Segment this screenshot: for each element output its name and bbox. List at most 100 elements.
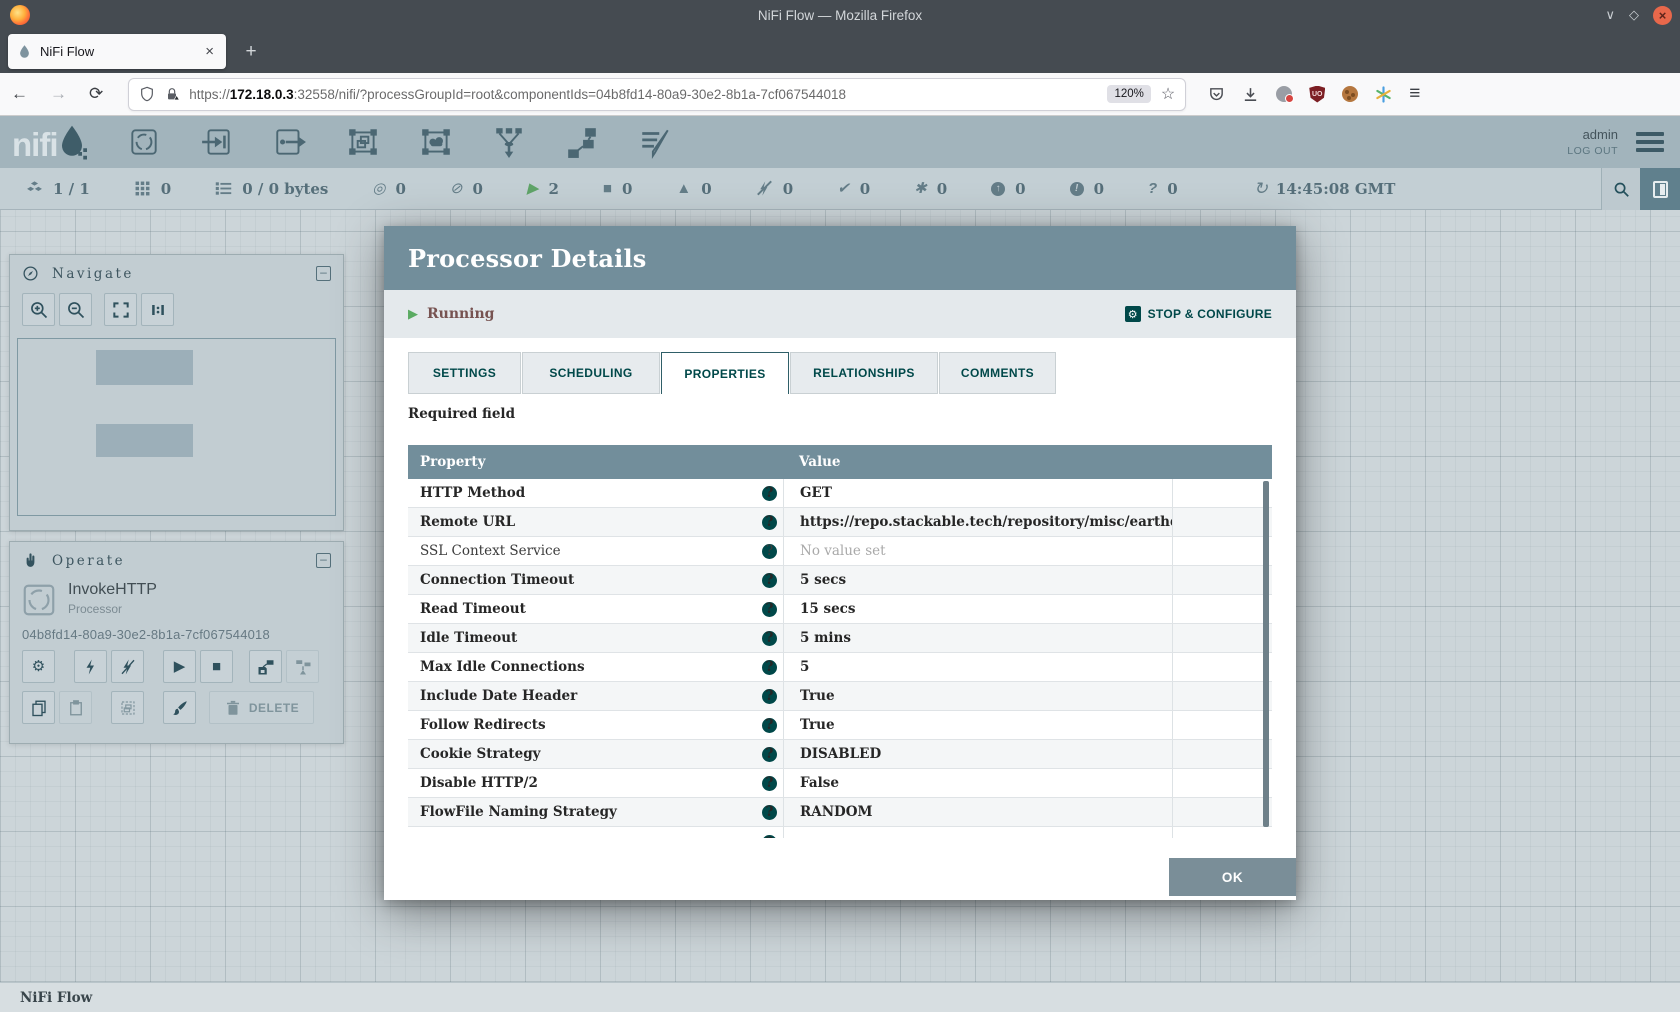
table-row[interactable]: HTTP Method?GET [408, 479, 1272, 508]
help-icon[interactable]: ? [762, 544, 777, 559]
disable-button[interactable] [111, 650, 144, 683]
table-row[interactable]: Max Idle Connections?5 [408, 653, 1272, 682]
collapse-navigate-icon[interactable]: – [316, 266, 331, 281]
process-group-icon[interactable] [346, 125, 380, 159]
save-template-icon [257, 658, 275, 676]
tab-comments[interactable]: COMMENTS [939, 352, 1056, 394]
table-row[interactable]: Follow Redirects?True [408, 711, 1272, 740]
help-icon[interactable]: ? [762, 689, 777, 704]
new-tab-button[interactable]: + [238, 39, 264, 65]
zoom-actual-icon [148, 300, 168, 320]
pocket-icon[interactable] [1208, 86, 1225, 103]
table-scrollbar[interactable] [1263, 481, 1269, 827]
input-port-icon[interactable] [200, 125, 234, 159]
template-icon[interactable] [565, 125, 599, 159]
help-icon[interactable]: ? [762, 631, 777, 646]
zoom-fit-button[interactable] [104, 293, 137, 326]
back-button[interactable]: ← [11, 84, 28, 104]
help-icon[interactable]: ? [762, 718, 777, 733]
table-row[interactable]: Remote URL?https://repo.stackable.tech/r… [408, 508, 1272, 537]
stop-button[interactable]: ■ [200, 650, 233, 683]
birdseye-minimap[interactable] [17, 338, 336, 516]
sync-failure-icon: ? [1148, 181, 1157, 196]
table-row[interactable]: FlowFile Naming Strategy?RANDOM [408, 798, 1272, 827]
upload-template-button[interactable] [286, 650, 319, 683]
minimap-component [96, 350, 193, 385]
logout-link[interactable]: LOG OUT [1567, 145, 1618, 157]
table-row[interactable]: SSL Context Service?No value set [408, 537, 1272, 566]
table-row-clipped[interactable]: …?… [408, 827, 1272, 838]
window-minimize-button[interactable]: ∨ [1605, 7, 1615, 23]
help-icon[interactable]: ? [762, 486, 777, 501]
help-icon[interactable]: ? [762, 805, 777, 820]
nifi-header: nifi admin LOG OUT [0, 116, 1680, 168]
current-user: admin [1567, 127, 1618, 142]
ublock-icon[interactable]: UO [1309, 86, 1325, 103]
help-icon[interactable]: ? [762, 747, 777, 762]
tab-scheduling[interactable]: SCHEDULING [522, 352, 660, 394]
output-port-icon[interactable] [273, 125, 307, 159]
window-close-button[interactable]: × [1653, 6, 1672, 25]
zoom-in-button[interactable] [22, 293, 55, 326]
fill-color-button[interactable] [163, 691, 196, 724]
label-icon[interactable] [638, 125, 672, 159]
search-button[interactable] [1601, 168, 1640, 210]
enable-button[interactable] [74, 650, 107, 683]
start-button[interactable]: ▶ [163, 650, 196, 683]
global-menu-icon[interactable] [1636, 128, 1664, 156]
help-icon[interactable]: ? [762, 602, 777, 617]
processor-icon[interactable] [127, 125, 161, 159]
help-icon[interactable]: ? [762, 573, 777, 588]
paste-button[interactable] [59, 691, 92, 724]
configure-button[interactable]: ⚙ [22, 650, 55, 683]
table-row[interactable]: Include Date Header?True [408, 682, 1272, 711]
ok-button[interactable]: OK [1169, 858, 1296, 896]
lock-warning-icon[interactable] [164, 86, 180, 102]
reload-button[interactable]: ⟳ [89, 84, 103, 104]
url-text[interactable]: https://172.18.0.3:32558/nifi/?processGr… [189, 87, 1097, 102]
menu-icon[interactable]: ≡ [1409, 83, 1420, 105]
bookmark-star-icon[interactable]: ☆ [1161, 84, 1175, 104]
window-maximize-button[interactable]: ◇ [1629, 7, 1639, 23]
table-row[interactable]: Idle Timeout?5 mins [408, 624, 1272, 653]
forward-button[interactable]: → [50, 84, 67, 104]
delete-button[interactable]: DELETE [209, 691, 314, 724]
extension-pinwheel-icon[interactable] [1375, 86, 1392, 103]
table-row[interactable]: Read Timeout?15 secs [408, 595, 1272, 624]
download-icon[interactable] [1242, 86, 1259, 103]
copy-button[interactable] [22, 691, 55, 724]
window-title: NiFi Flow — Mozilla Firefox [0, 8, 1680, 23]
running-status-icon: ▶ [408, 306, 418, 322]
threads-icon [134, 180, 151, 197]
help-icon[interactable]: ? [762, 515, 777, 530]
create-template-button[interactable] [249, 650, 282, 683]
cookie-icon[interactable] [1342, 86, 1358, 102]
tab-relationships[interactable]: RELATIONSHIPS [790, 352, 938, 394]
status-history-button[interactable] [1640, 168, 1680, 210]
tab-settings[interactable]: SETTINGS [408, 352, 521, 394]
stop-and-configure-button[interactable]: ⚙ STOP & CONFIGURE [1125, 306, 1272, 322]
selected-component-type: Processor [68, 602, 157, 616]
funnel-icon[interactable] [492, 125, 526, 159]
zoom-level-badge[interactable]: 120% [1107, 85, 1150, 103]
remote-process-group-icon[interactable] [419, 125, 453, 159]
table-row[interactable]: Cookie Strategy?DISABLED [408, 740, 1272, 769]
table-row[interactable]: Disable HTTP/2?False [408, 769, 1272, 798]
refresh-icon[interactable]: ↻ [1254, 180, 1268, 197]
table-row[interactable]: Connection Timeout?5 secs [408, 566, 1272, 595]
breadcrumb[interactable]: NiFi Flow [20, 990, 92, 1006]
zoom-actual-button[interactable] [141, 293, 174, 326]
tab-close-icon[interactable]: × [202, 43, 217, 60]
collapse-operate-icon[interactable]: – [316, 553, 331, 568]
browser-tab[interactable]: NiFi Flow × [8, 34, 226, 69]
extension-icon[interactable] [1276, 86, 1292, 102]
help-icon[interactable]: ? [762, 776, 777, 791]
zoom-out-button[interactable] [59, 293, 92, 326]
selected-component-id: 04b8fd14-80a9-30e2-8b1a-7cf067544018 [10, 619, 343, 642]
shield-icon[interactable] [139, 86, 155, 102]
group-button[interactable] [111, 691, 144, 724]
tab-properties[interactable]: PROPERTIES [661, 352, 789, 394]
url-bar[interactable]: https://172.18.0.3:32558/nifi/?processGr… [128, 78, 1186, 111]
stop-icon: ■ [212, 659, 221, 674]
help-icon[interactable]: ? [762, 660, 777, 675]
